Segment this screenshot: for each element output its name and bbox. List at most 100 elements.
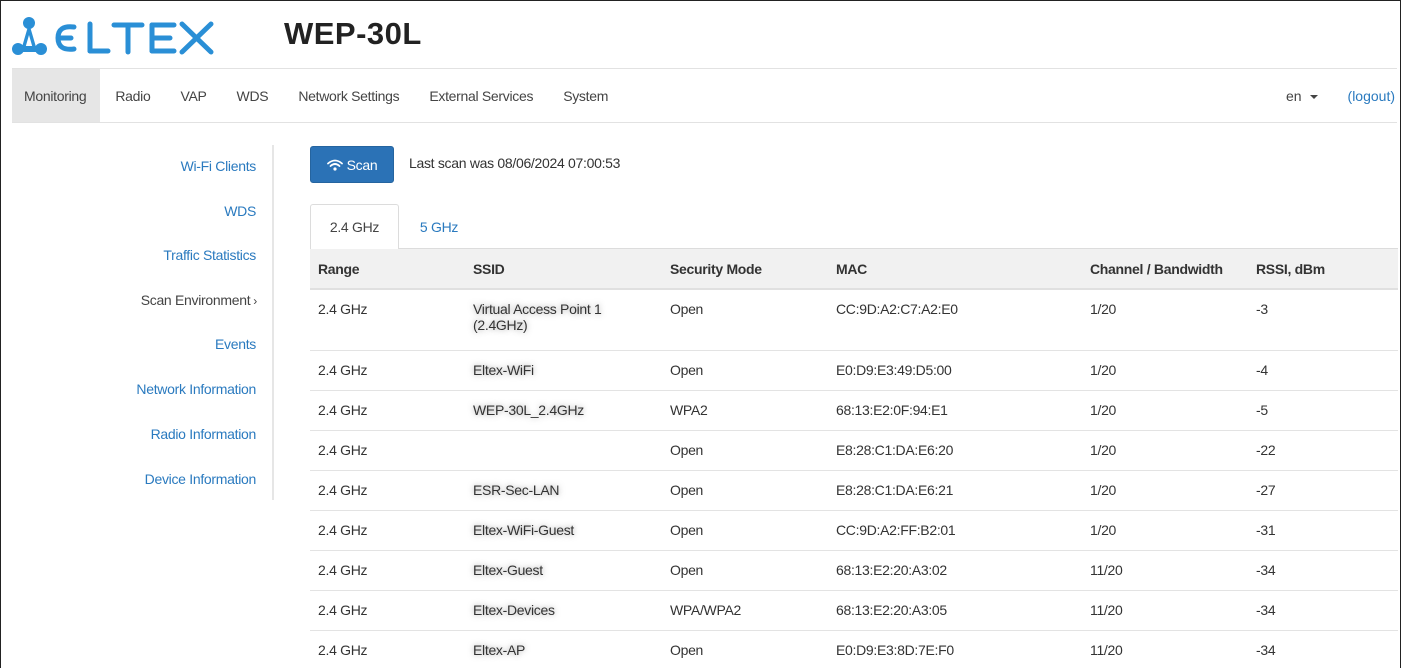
sidebar-item-events[interactable]: Events <box>215 336 256 352</box>
cell-ssid: Eltex-Guest <box>465 550 662 591</box>
eltex-logo <box>12 13 217 63</box>
cell-range: 2.4 GHz <box>310 630 465 668</box>
cell-mac: 68:13:E2:0F:94:E1 <box>828 390 1082 431</box>
header-ssid[interactable]: SSID <box>465 249 662 290</box>
scan-button-label: Scan <box>346 156 378 173</box>
table-row: 2.4 GHz Virtual Access Point 1 (2.4GHz) Op… <box>310 289 1398 351</box>
sidebar-item-radio-information[interactable]: Radio Information <box>151 426 257 442</box>
cell-ssid <box>465 430 662 471</box>
cell-channel-bandwidth: 11/20 <box>1082 590 1248 631</box>
cell-range: 2.4 GHz <box>310 510 465 551</box>
cell-channel-bandwidth: 11/20 <box>1082 550 1248 591</box>
cell-range: 2.4 GHz <box>310 350 465 391</box>
cell-rssi: -22 <box>1248 430 1398 471</box>
header-range[interactable]: Range <box>310 249 465 290</box>
cell-ssid: Eltex-AP <box>465 630 662 668</box>
tab-2-4-ghz[interactable]: 2.4 GHz <box>310 204 399 250</box>
cell-security-mode: Open <box>662 350 828 391</box>
cell-channel-bandwidth: 11/20 <box>1082 630 1248 668</box>
cell-security-mode: Open <box>662 430 828 471</box>
chevron-right-icon: › <box>253 294 257 308</box>
cell-range: 2.4 GHz <box>310 470 465 511</box>
cell-mac: CC:9D:A2:C7:A2:E0 <box>828 289 1082 351</box>
tab-5-ghz[interactable]: 5 GHz <box>406 204 472 249</box>
cell-channel-bandwidth: 1/20 <box>1082 289 1248 351</box>
cell-security-mode: Open <box>662 550 828 591</box>
nav-external-services[interactable]: External Services <box>414 69 548 122</box>
cell-ssid: Eltex-Devices <box>465 590 662 631</box>
sidebar-item-network-information[interactable]: Network Information <box>136 381 256 397</box>
cell-channel-bandwidth: 1/20 <box>1082 390 1248 431</box>
header-rssi[interactable]: RSSI, dBm <box>1248 249 1398 290</box>
table-header-row: Range SSID Security Mode MAC Channel / B… <box>310 249 1398 290</box>
cell-security-mode: Open <box>662 510 828 551</box>
cell-mac: 68:13:E2:20:A3:05 <box>828 590 1082 631</box>
cell-channel-bandwidth: 1/20 <box>1082 510 1248 551</box>
table-row: 2.4 GHz ESR-Sec-LAN Open E8:28:C1:DA:E6:21 1… <box>310 470 1398 511</box>
cell-rssi: -4 <box>1248 350 1398 391</box>
last-scan-status: Last scan was 08/06/2024 07:00:53 <box>409 155 621 171</box>
cell-security-mode: WPA2 <box>662 390 828 431</box>
header-channel-bandwidth[interactable]: Channel / Bandwidth <box>1082 249 1248 290</box>
cell-channel-bandwidth: 1/20 <box>1082 350 1248 391</box>
table-row: 2.4 GHz Open E8:28:C1:DA:E6:20 1/20 -22 <box>310 430 1398 471</box>
logout-link[interactable]: (logout) <box>1348 88 1397 104</box>
table-row: 2.4 GHz Eltex-Guest Open 68:13:E2:20:A3:02 1… <box>310 550 1398 591</box>
cell-mac: CC:9D:A2:FF:B2:01 <box>828 510 1082 551</box>
cell-rssi: -5 <box>1248 390 1398 431</box>
cell-range: 2.4 GHz <box>310 550 465 591</box>
sidebar-item-wifi-clients[interactable]: Wi-Fi Clients <box>181 158 257 174</box>
cell-range: 2.4 GHz <box>310 289 465 351</box>
nav-network-settings[interactable]: Network Settings <box>283 69 414 122</box>
sidebar-item-wds[interactable]: WDS <box>224 203 256 219</box>
cell-security-mode: WPA/WPA2 <box>662 590 828 631</box>
table-row: 2.4 GHz Eltex-WiFi-Guest Open CC:9D:A2:FF:B… <box>310 510 1398 551</box>
sidebar-item-scan-environment[interactable]: Scan Environment › <box>140 292 258 308</box>
band-tabs: 2.4 GHz 5 GHz <box>310 204 1398 250</box>
cell-mac: E8:28:C1:DA:E6:21 <box>828 470 1082 511</box>
table-row: 2.4 GHz Eltex-AP Open E0:D9:E3:8D:7E:F0 11/2… <box>310 630 1398 668</box>
cell-ssid: Virtual Access Point 1 (2.4GHz) <box>465 289 662 351</box>
language-dropdown[interactable]: en <box>1286 88 1348 104</box>
language-label: en <box>1285 87 1302 104</box>
header-security-mode[interactable]: Security Mode <box>662 249 828 290</box>
table-row: 2.4 GHz WEP-30L_2.4GHz WPA2 68:13:E2:0F:94:… <box>310 390 1398 431</box>
cell-range: 2.4 GHz <box>310 430 465 471</box>
cell-rssi: -27 <box>1248 470 1398 511</box>
cell-range: 2.4 GHz <box>310 390 465 431</box>
eltex-logo-icon <box>12 17 214 55</box>
table-row: 2.4 GHz Eltex-WiFi Open E0:D9:E3:49:D5:00 1/… <box>310 350 1398 391</box>
caret-down-icon <box>1309 94 1318 99</box>
cell-mac: E0:D9:E3:8D:7E:F0 <box>828 630 1082 668</box>
scan-button[interactable]: Scan <box>310 146 394 183</box>
cell-ssid: Eltex-WiFi-Guest <box>465 510 662 551</box>
cell-mac: E8:28:C1:DA:E6:20 <box>828 430 1082 471</box>
sidebar-item-label: Scan Environment <box>140 292 251 308</box>
nav-vap[interactable]: VAP <box>165 69 221 122</box>
scan-results-table: Range SSID Security Mode MAC Channel / B… <box>310 249 1398 668</box>
nav-right: en (logout) <box>1286 69 1397 122</box>
cell-security-mode: Open <box>662 470 828 511</box>
top-nav: Monitoring Radio VAP WDS Network Setting… <box>12 69 1397 123</box>
cell-security-mode: Open <box>662 630 828 668</box>
nav-monitoring[interactable]: Monitoring <box>12 69 101 122</box>
cell-rssi: -34 <box>1248 550 1398 591</box>
cell-rssi: -3 <box>1248 289 1398 351</box>
header: WEP-30L <box>12 8 1397 68</box>
wifi-icon <box>326 159 343 171</box>
nav-radio[interactable]: Radio <box>100 69 165 122</box>
cell-security-mode: Open <box>662 289 828 351</box>
cell-rssi: -34 <box>1248 590 1398 631</box>
cell-mac: E0:D9:E3:49:D5:00 <box>828 350 1082 391</box>
cell-channel-bandwidth: 1/20 <box>1082 470 1248 511</box>
cell-ssid: WEP-30L_2.4GHz <box>465 390 662 431</box>
header-mac[interactable]: MAC <box>828 249 1082 290</box>
sidebar: Wi-Fi Clients WDS Traffic Statistics Sca… <box>12 145 274 500</box>
nav-system[interactable]: System <box>548 69 623 122</box>
product-name: WEP-30L <box>284 16 422 51</box>
cell-ssid: Eltex-WiFi <box>465 350 662 391</box>
sidebar-item-traffic-statistics[interactable]: Traffic Statistics <box>163 247 256 263</box>
sidebar-item-device-information[interactable]: Device Information <box>145 471 257 487</box>
nav-wds[interactable]: WDS <box>222 69 284 122</box>
cell-mac: 68:13:E2:20:A3:02 <box>828 550 1082 591</box>
